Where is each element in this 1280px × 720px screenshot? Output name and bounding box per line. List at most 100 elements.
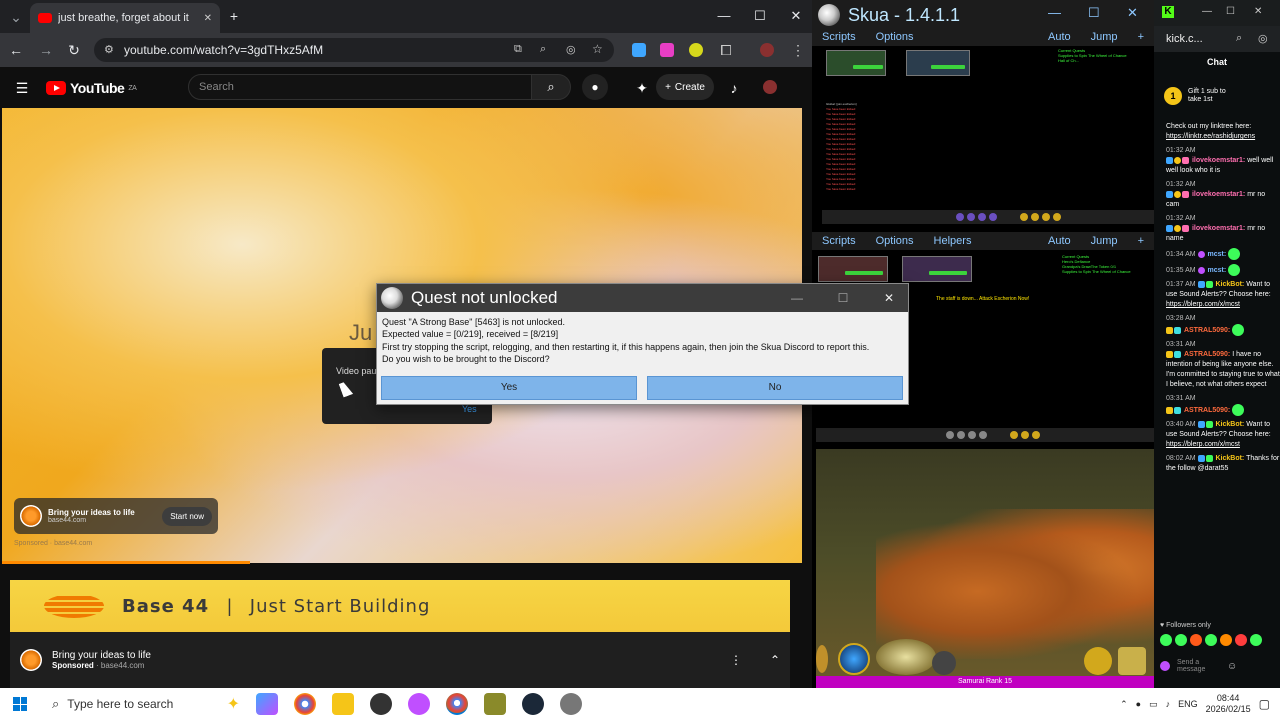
clock[interactable]: 08:44 2026/02/15 <box>1206 693 1251 715</box>
profile-avatar[interactable] <box>760 43 774 57</box>
new-tab-icon[interactable]: + <box>224 8 244 24</box>
extension-1-icon[interactable] <box>632 43 646 57</box>
gift-sub-prompt[interactable]: 1 Gift 1 sub to take 1st <box>1164 78 1270 114</box>
maximize-button[interactable]: ☐ <box>742 8 778 24</box>
extensions-puzzle-icon[interactable]: ⧠ <box>716 42 736 59</box>
item-icon[interactable] <box>1118 647 1146 675</box>
extension-3-icon[interactable] <box>689 43 703 57</box>
youtube-search-button[interactable]: ⌕ <box>531 74 571 100</box>
menu2-auto[interactable]: Auto <box>1038 235 1081 247</box>
menu1-jump[interactable]: Jump <box>1081 31 1128 43</box>
chrome-menu-icon[interactable]: ⋮ <box>788 42 808 59</box>
network-icon[interactable]: ▭ <box>1149 699 1158 710</box>
kick-minimize-button[interactable]: — <box>1202 6 1212 17</box>
tab-youtube[interactable]: just breathe, forget about it ✕ <box>30 3 220 33</box>
skill-icon[interactable] <box>932 651 956 675</box>
ad-banner[interactable]: Base 44 | Just Start Building <box>10 580 790 632</box>
kick-address-bar[interactable]: kick.c... ⌕ ◎ <box>1154 26 1280 52</box>
chrome-taskbar-icon[interactable] <box>294 693 316 715</box>
menu2-options[interactable]: Options <box>866 235 924 247</box>
game-client-1[interactable]: Current Quests Supplies to Spin The Wheel… <box>822 46 1154 228</box>
kick-maximize-button[interactable]: ☐ <box>1226 6 1235 17</box>
menu-slot[interactable] <box>1021 431 1029 439</box>
skua-close-button[interactable]: ✕ <box>1127 5 1138 21</box>
kick-zoom-icon[interactable]: ⌕ <box>1236 32 1242 45</box>
emote-icon[interactable] <box>1190 634 1202 646</box>
hide-eye-icon[interactable]: ◎ <box>566 43 576 56</box>
msg-user[interactable]: ilovekoemstar1: <box>1192 191 1245 198</box>
snipping-tool-icon[interactable] <box>408 693 430 715</box>
menu2-jump[interactable]: Jump <box>1081 235 1128 247</box>
steam-icon[interactable] <box>522 693 544 715</box>
file-explorer-icon[interactable] <box>332 693 354 715</box>
skill-slot[interactable] <box>967 213 975 221</box>
menu2-helpers[interactable]: Helpers <box>924 235 982 247</box>
youtube-logo[interactable]: YouTube ZA <box>46 80 137 96</box>
notifications-bell-icon[interactable]: ♪ <box>724 80 744 96</box>
reload-icon[interactable]: ↻ <box>64 42 84 59</box>
extension-2-icon[interactable] <box>660 43 674 57</box>
dialog-yes-button[interactable]: Yes <box>381 376 637 400</box>
skill-slot[interactable] <box>957 431 965 439</box>
msg-user[interactable]: ASTRAL5090: <box>1184 407 1230 414</box>
skill-slot[interactable] <box>956 213 964 221</box>
youtube-search-input[interactable]: Search <box>188 74 532 100</box>
msg-user[interactable]: ASTRAL5090: <box>1184 327 1230 334</box>
kick-eye-icon[interactable]: ◎ <box>1258 32 1268 45</box>
menu1-auto[interactable]: Auto <box>1038 31 1081 43</box>
more-options-icon[interactable]: ⋮ <box>730 653 742 667</box>
youtube-avatar[interactable] <box>763 80 777 94</box>
menu-slot[interactable] <box>1031 213 1039 221</box>
tab-close-icon[interactable]: ✕ <box>204 13 212 24</box>
minimize-button[interactable]: — <box>706 8 742 23</box>
pinned-link[interactable]: https://linktr.ee/rashidjurgens <box>1166 133 1255 140</box>
kick-close-button[interactable]: ✕ <box>1254 6 1262 17</box>
video-progress-bar[interactable] <box>2 561 250 564</box>
notifications-icon[interactable]: ▢ <box>1259 697 1270 711</box>
back-icon[interactable]: ← <box>6 42 26 58</box>
skill-slot[interactable] <box>946 431 954 439</box>
dialog-close-button[interactable]: ✕ <box>870 291 908 305</box>
skua-taskbar-icon[interactable] <box>560 693 582 715</box>
volume-icon[interactable]: ♪ <box>1166 699 1171 709</box>
hamburger-menu-icon[interactable]: ☰ <box>12 80 32 97</box>
menu-slot[interactable] <box>1042 213 1050 221</box>
skua-minimize-button[interactable]: — <box>1048 5 1061 20</box>
potion-icon[interactable] <box>1084 647 1112 675</box>
copilot-icon[interactable] <box>256 693 278 715</box>
msg-user[interactable]: KickBot: <box>1215 455 1244 462</box>
msg-link[interactable]: https://blerp.com/x/mcst <box>1166 441 1240 448</box>
microphone-icon[interactable]: ● <box>1136 699 1141 709</box>
paused-yes-button[interactable]: Yes <box>462 404 477 414</box>
msg-user[interactable]: KickBot: <box>1215 281 1244 288</box>
dialog-maximize-button[interactable]: ☐ <box>824 291 862 305</box>
emote-icon[interactable] <box>1205 634 1217 646</box>
voice-search-icon[interactable]: ● <box>582 74 608 100</box>
msg-user[interactable]: ilovekoemstar1: <box>1192 157 1245 164</box>
taskbar-search[interactable]: ⌕ Type here to search ✦ <box>40 688 240 720</box>
menu1-scripts[interactable]: Scripts <box>812 31 866 43</box>
emote-icon[interactable] <box>1160 634 1172 646</box>
skua-maximize-button[interactable]: ☐ <box>1088 5 1100 21</box>
skill-slot[interactable] <box>978 213 986 221</box>
address-bar[interactable]: ⚙ youtube.com/watch?v=3gdTHxz5AfM ⧉ ⌕ ◎ … <box>94 38 614 62</box>
video-ad-card[interactable]: Bring your ideas to life base44.com Star… <box>14 498 218 534</box>
menu2-scripts[interactable]: Scripts <box>812 235 866 247</box>
skill-icon[interactable] <box>838 643 870 675</box>
menu-slot[interactable] <box>1010 431 1018 439</box>
menu2-plus[interactable]: + <box>1128 235 1154 247</box>
emote-icon[interactable] <box>1235 634 1247 646</box>
menu1-options[interactable]: Options <box>866 31 924 43</box>
forward-icon[interactable]: → <box>36 42 56 58</box>
collapse-chevron-icon[interactable]: ⌃ <box>770 653 780 667</box>
skill-icon[interactable] <box>816 645 828 673</box>
site-info-icon[interactable]: ⚙ <box>104 43 114 56</box>
game-client-3[interactable]: Samurai Rank 15 <box>816 449 1154 688</box>
create-button[interactable]: + Create <box>656 74 714 100</box>
zoom-icon[interactable]: ⌕ <box>540 43 546 56</box>
msg-link[interactable]: https://blerp.com/x/mcst <box>1166 301 1240 308</box>
dialog-no-button[interactable]: No <box>647 376 903 400</box>
dialog-minimize-button[interactable]: — <box>778 291 816 305</box>
obs-icon[interactable] <box>370 693 392 715</box>
skill-slot[interactable] <box>989 213 997 221</box>
